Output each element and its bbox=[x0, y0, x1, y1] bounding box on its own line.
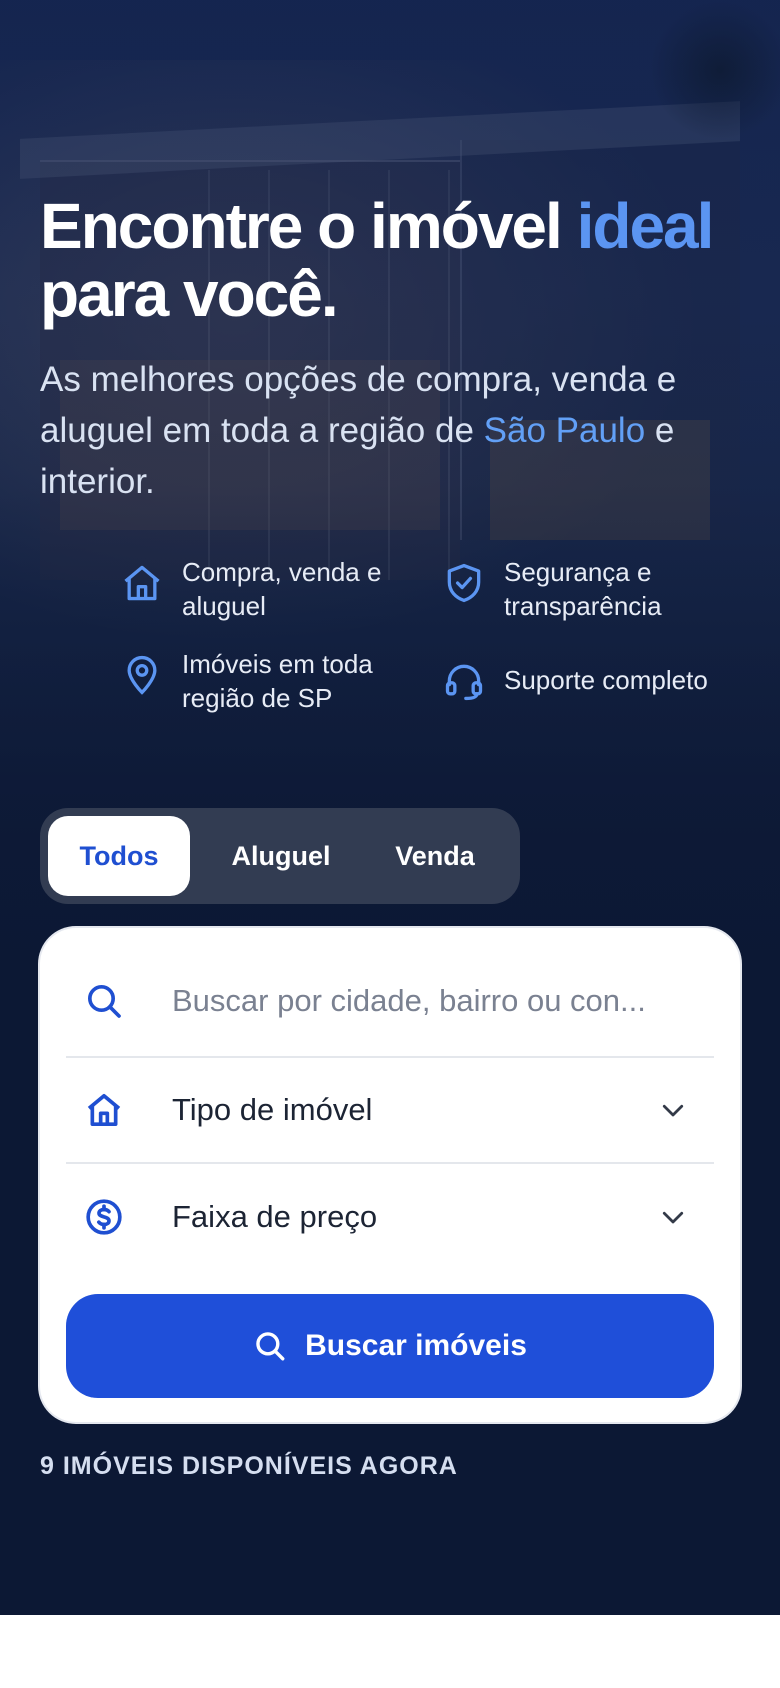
search-button-label: Buscar imóveis bbox=[305, 1329, 527, 1362]
listing-type-tabs: Todos Aluguel Venda bbox=[40, 808, 520, 904]
property-type-label: Tipo de imóvel bbox=[172, 1092, 373, 1127]
feature-support: Suporte completo bbox=[442, 663, 708, 703]
shield-check-icon bbox=[447, 563, 481, 603]
search-card: Buscar por cidade, bairro ou con... Tipo… bbox=[40, 928, 740, 1422]
available-count: 9 IMÓVEIS DISPONÍVEIS AGORA bbox=[40, 1452, 458, 1480]
dollar-circle-icon bbox=[86, 1199, 122, 1235]
tab-venda[interactable]: Venda bbox=[370, 816, 500, 896]
feature-security: Segurança e transparência bbox=[442, 555, 662, 623]
map-pin-icon bbox=[127, 655, 157, 695]
chevron-down-icon bbox=[662, 1104, 684, 1117]
hero-title: Encontre o imóvel ideal para você. bbox=[40, 190, 714, 330]
tab-todos[interactable]: Todos bbox=[48, 816, 190, 896]
hero-subtitle: As melhores opções de compra, venda e al… bbox=[40, 360, 677, 501]
hero-section: Encontre o imóvel ideal para você. As mel… bbox=[0, 0, 780, 1615]
feature-region: Imóveis em toda região de SP bbox=[120, 647, 373, 715]
price-range-label: Faixa de preço bbox=[172, 1199, 378, 1234]
tab-aluguel[interactable]: Aluguel bbox=[216, 816, 346, 896]
search-properties-button[interactable]: Buscar imóveis bbox=[66, 1294, 714, 1398]
house-icon bbox=[124, 565, 160, 601]
price-range-select[interactable]: Faixa de preço bbox=[66, 1164, 714, 1270]
property-type-select[interactable]: Tipo de imóvel bbox=[66, 1058, 714, 1164]
search-icon bbox=[88, 985, 121, 1018]
chevron-down-icon bbox=[662, 1211, 684, 1224]
search-input[interactable]: Buscar por cidade, bairro ou con... bbox=[66, 928, 714, 1058]
headset-icon bbox=[445, 664, 483, 701]
feature-buy-sell-rent: Compra, venda e aluguel bbox=[120, 555, 381, 623]
house-icon bbox=[87, 1094, 121, 1126]
search-icon bbox=[256, 1332, 285, 1361]
search-placeholder: Buscar por cidade, bairro ou con... bbox=[172, 983, 646, 1018]
